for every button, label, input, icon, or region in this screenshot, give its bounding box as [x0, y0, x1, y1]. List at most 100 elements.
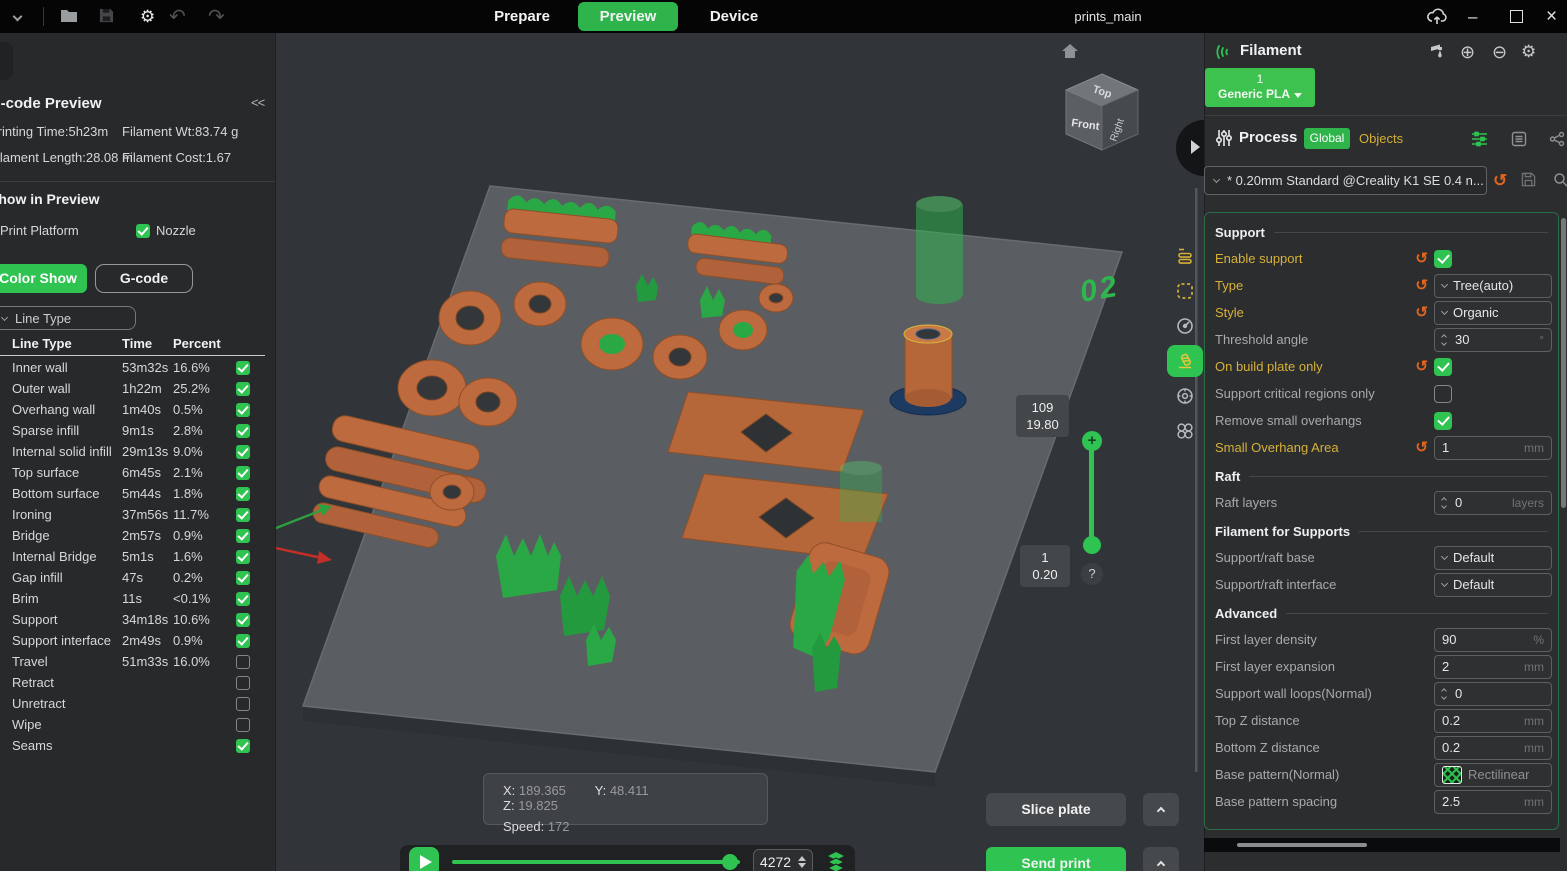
- collapse-panel-button[interactable]: <<: [251, 95, 264, 110]
- slice-options-button[interactable]: [1143, 793, 1179, 826]
- linetype-checkbox[interactable]: [236, 403, 250, 417]
- param-input[interactable]: 2mm: [1434, 655, 1552, 679]
- linetype-checkbox[interactable]: [236, 739, 250, 753]
- tab-quality[interactable]: [1167, 240, 1203, 272]
- reset-icon[interactable]: ↺: [1415, 359, 1428, 374]
- layer-range-slider[interactable]: [1089, 446, 1094, 540]
- param-dropdown[interactable]: Organic: [1434, 301, 1552, 325]
- redo-icon[interactable]: ↷: [208, 7, 225, 27]
- reset-icon[interactable]: ↺: [1415, 440, 1428, 455]
- save-preset-icon[interactable]: [1521, 172, 1536, 187]
- linetype-checkbox[interactable]: [236, 550, 250, 564]
- remove-filament-icon[interactable]: ⊖: [1492, 43, 1507, 61]
- reset-icon[interactable]: ↺: [1415, 305, 1428, 320]
- playback-slider[interactable]: [452, 860, 740, 864]
- param-input[interactable]: 90%: [1434, 628, 1552, 652]
- settings-gear-icon[interactable]: ⚙: [140, 8, 155, 25]
- vertical-scrollbar[interactable]: [1561, 218, 1566, 508]
- linetype-checkbox[interactable]: [236, 655, 250, 669]
- minimize-button[interactable]: –: [1468, 8, 1477, 25]
- gcode-button[interactable]: G-code: [95, 264, 193, 293]
- reset-icon[interactable]: ↺: [1415, 251, 1428, 266]
- viewport-3d-scene[interactable]: 02: [276, 33, 1204, 871]
- orientation-cube[interactable]: Top Front Right: [1056, 66, 1148, 158]
- linetype-checkbox[interactable]: [236, 508, 250, 522]
- linetype-checkbox[interactable]: [236, 487, 250, 501]
- linetype-checkbox[interactable]: [236, 676, 250, 690]
- filament-change-icon[interactable]: [1429, 43, 1446, 59]
- tab-filament-settings[interactable]: [1167, 380, 1203, 412]
- linetype-checkbox[interactable]: [236, 466, 250, 480]
- tab-others[interactable]: [1167, 415, 1203, 447]
- param-list-icon[interactable]: [1511, 131, 1527, 147]
- close-button[interactable]: ×: [1546, 7, 1557, 26]
- save-icon[interactable]: [99, 8, 114, 23]
- param-pattern[interactable]: Rectilinear: [1434, 763, 1552, 787]
- preview-option-checkbox[interactable]: [136, 224, 150, 238]
- tab-speed[interactable]: [1167, 310, 1203, 342]
- param-checkbox[interactable]: [1434, 412, 1452, 430]
- linetype-checkbox[interactable]: [236, 571, 250, 585]
- slice-plate-button[interactable]: Slice plate: [986, 793, 1126, 826]
- linetype-checkbox[interactable]: [236, 361, 250, 375]
- preset-reset-icon[interactable]: ↺: [1493, 172, 1507, 189]
- spinner-arrows-icon[interactable]: [1442, 498, 1446, 508]
- color-show-button[interactable]: Color Show: [0, 264, 87, 293]
- linetype-checkbox[interactable]: [236, 592, 250, 606]
- filament-slot-button[interactable]: 1 Generic PLA: [1205, 68, 1315, 107]
- undo-icon[interactable]: ↶: [169, 7, 186, 27]
- cloud-upload-icon[interactable]: [1426, 6, 1448, 26]
- tab-objects[interactable]: Objects: [1359, 131, 1403, 146]
- horizontal-scrollbar-thumb[interactable]: [1237, 843, 1367, 847]
- linetype-checkbox[interactable]: [236, 697, 250, 711]
- play-button[interactable]: [409, 847, 439, 871]
- tab-prepare[interactable]: Prepare: [470, 0, 574, 33]
- param-spin[interactable]: 30°: [1434, 328, 1552, 352]
- filament-settings-gear-icon[interactable]: ⚙: [1521, 43, 1536, 60]
- open-folder-icon[interactable]: [60, 8, 79, 24]
- param-spin[interactable]: 0layers: [1434, 491, 1552, 515]
- help-button[interactable]: ?: [1081, 563, 1103, 585]
- tab-device[interactable]: Device: [682, 0, 786, 33]
- param-checkbox[interactable]: [1434, 250, 1452, 268]
- playback-slider-handle[interactable]: [722, 854, 738, 870]
- spinner-arrows-icon[interactable]: [1442, 689, 1446, 699]
- param-spin[interactable]: 0: [1434, 682, 1552, 706]
- collapsed-panel-tab[interactable]: [0, 42, 13, 80]
- move-number-stepper[interactable]: 4272: [753, 849, 813, 871]
- linetype-checkbox[interactable]: [236, 634, 250, 648]
- maximize-button[interactable]: [1510, 10, 1523, 23]
- tab-support[interactable]: [1167, 345, 1203, 377]
- linetype-checkbox[interactable]: [236, 613, 250, 627]
- linetype-checkbox[interactable]: [236, 424, 250, 438]
- param-input[interactable]: 0.2mm: [1434, 736, 1552, 760]
- linetype-checkbox[interactable]: [236, 382, 250, 396]
- param-input[interactable]: 0.2mm: [1434, 709, 1552, 733]
- param-input[interactable]: 2.5mm: [1434, 790, 1552, 814]
- line-type-dropdown[interactable]: Line Type: [0, 306, 136, 330]
- tab-global[interactable]: Global: [1304, 128, 1350, 149]
- layer-slider-top-handle[interactable]: +: [1082, 431, 1102, 451]
- spinner-arrows-icon[interactable]: [1442, 335, 1446, 345]
- tab-strength[interactable]: [1167, 275, 1203, 307]
- param-checkbox[interactable]: [1434, 385, 1452, 403]
- layer-slider-bottom-handle[interactable]: [1083, 536, 1101, 554]
- param-dropdown[interactable]: Default: [1434, 573, 1552, 597]
- reset-icon[interactable]: ↺: [1415, 278, 1428, 293]
- layers-icon[interactable]: [826, 851, 846, 871]
- compare-presets-icon[interactable]: [1549, 131, 1565, 147]
- menu-chevron-icon[interactable]: [14, 13, 21, 20]
- horizontal-scrollbar[interactable]: [1204, 838, 1560, 852]
- search-icon[interactable]: [1553, 172, 1567, 188]
- param-dropdown[interactable]: Tree(auto): [1434, 274, 1552, 298]
- send-options-button[interactable]: [1143, 847, 1179, 871]
- linetype-checkbox[interactable]: [236, 529, 250, 543]
- param-input[interactable]: 1mm: [1434, 436, 1552, 460]
- stepper-arrows-icon[interactable]: [798, 856, 806, 868]
- linetype-checkbox[interactable]: [236, 718, 250, 732]
- send-print-button[interactable]: Send print: [986, 847, 1126, 871]
- param-checkbox[interactable]: [1434, 358, 1452, 376]
- tab-preview[interactable]: Preview: [578, 2, 678, 31]
- add-filament-icon[interactable]: ⊕: [1460, 43, 1475, 61]
- param-view-icon[interactable]: [1471, 131, 1488, 147]
